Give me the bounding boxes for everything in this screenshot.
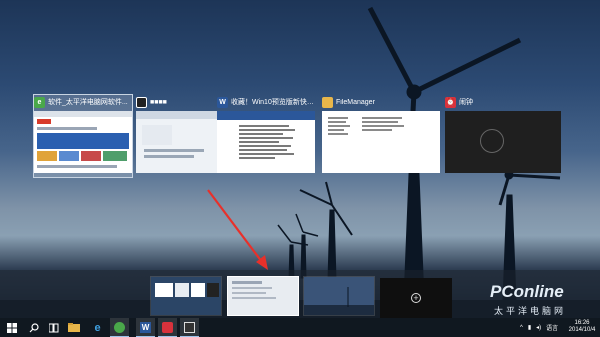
task-view-button[interactable] — [44, 318, 63, 337]
start-button[interactable] — [2, 318, 21, 337]
task-view-icon — [48, 323, 58, 332]
file-explorer-icon — [67, 322, 80, 332]
clock-date: 2014/10/4 — [568, 327, 596, 333]
chevron-up-icon[interactable]: ^ — [520, 325, 523, 331]
clock[interactable]: 16:26 2014/10/4 — [568, 320, 596, 334]
system-tray: ^ ▮ ◂) 语言 — [520, 318, 558, 337]
file-explorer-button[interactable] — [64, 318, 83, 337]
clock-time: 16:26 — [574, 320, 590, 326]
app-taskbar-button[interactable] — [180, 318, 199, 337]
browser-taskbar-button[interactable] — [110, 318, 129, 337]
watermark-logo: PConline 太平洋电脑网 — [484, 282, 600, 318]
taskbar: e W ^ ▮ ◂) 语言 16:26 2014/10/4 — [0, 318, 600, 337]
search-button[interactable] — [24, 318, 43, 337]
desktop-thumbnail-2[interactable] — [227, 276, 299, 316]
network-icon[interactable]: ▮ — [528, 324, 531, 331]
start-icon — [6, 322, 17, 333]
volume-icon[interactable]: ◂) — [536, 324, 541, 331]
internet-explorer-button[interactable]: e — [88, 318, 107, 337]
new-desktop-button[interactable]: + — [380, 278, 452, 318]
desktop-thumbnail-1[interactable] — [150, 276, 222, 316]
internet-explorer-icon: e — [94, 321, 101, 334]
add-icon: + — [411, 293, 421, 303]
alarm-icon — [162, 321, 173, 333]
alarm-taskbar-button[interactable] — [158, 318, 177, 337]
app-icon — [184, 321, 195, 333]
watermark-subtitle: 太平洋电脑网 — [494, 306, 567, 316]
desktop-thumbnail-3[interactable] — [303, 276, 375, 316]
search-icon — [29, 322, 39, 332]
word-taskbar-button[interactable]: W — [136, 318, 155, 337]
input-language[interactable]: 语言 — [546, 323, 558, 332]
watermark-brand: PConline — [490, 282, 564, 301]
word-icon: W — [140, 321, 151, 333]
browser-icon — [114, 321, 125, 333]
